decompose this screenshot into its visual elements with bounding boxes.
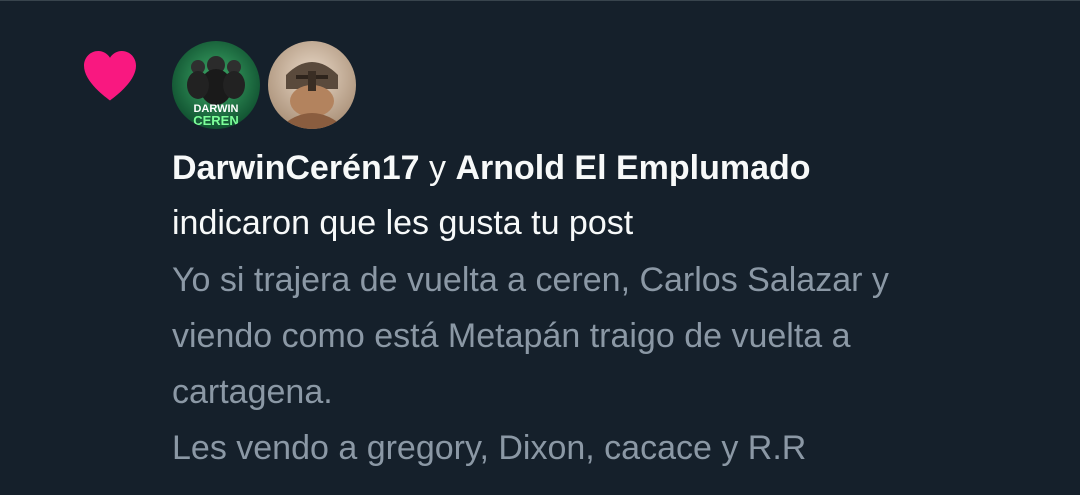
post-preview-line: viendo como está Metapán traigo de vuelt…: [172, 317, 851, 355]
post-preview-line: Yo si trajera de vuelta a ceren, Carlos …: [172, 261, 889, 299]
post-preview[interactable]: Yo si trajera de vuelta a ceren, Carlos …: [172, 252, 1052, 476]
avatar-darwincerén17[interactable]: DARWIN CEREN: [172, 41, 260, 129]
avatar-arnold-el-emplumado[interactable]: [268, 41, 356, 129]
conjunction-text: y: [419, 149, 456, 187]
heart-icon: [84, 51, 136, 101]
post-preview-line: cartagena.: [172, 373, 333, 411]
svg-text:CEREN: CEREN: [193, 113, 239, 128]
action-text: indicaron que les gusta tu post: [172, 204, 634, 242]
user-link-darwincerén17[interactable]: DarwinCerén17: [172, 149, 420, 187]
like-notification[interactable]: DARWIN CEREN DarwinCerén17 y Arnold El E…: [0, 1, 1080, 495]
avatar-darwin-image: DARWIN CEREN: [172, 41, 260, 129]
avatar-arnold-image: [268, 41, 356, 129]
likers-line: DarwinCerén17 y Arnold El Emplumado: [172, 140, 811, 196]
avatar-group: DARWIN CEREN: [172, 41, 356, 129]
user-link-arnold-el-emplumado[interactable]: Arnold El Emplumado: [455, 149, 810, 187]
post-preview-line: Les vendo a gregory, Dixon, cacace y R.R: [172, 429, 807, 467]
